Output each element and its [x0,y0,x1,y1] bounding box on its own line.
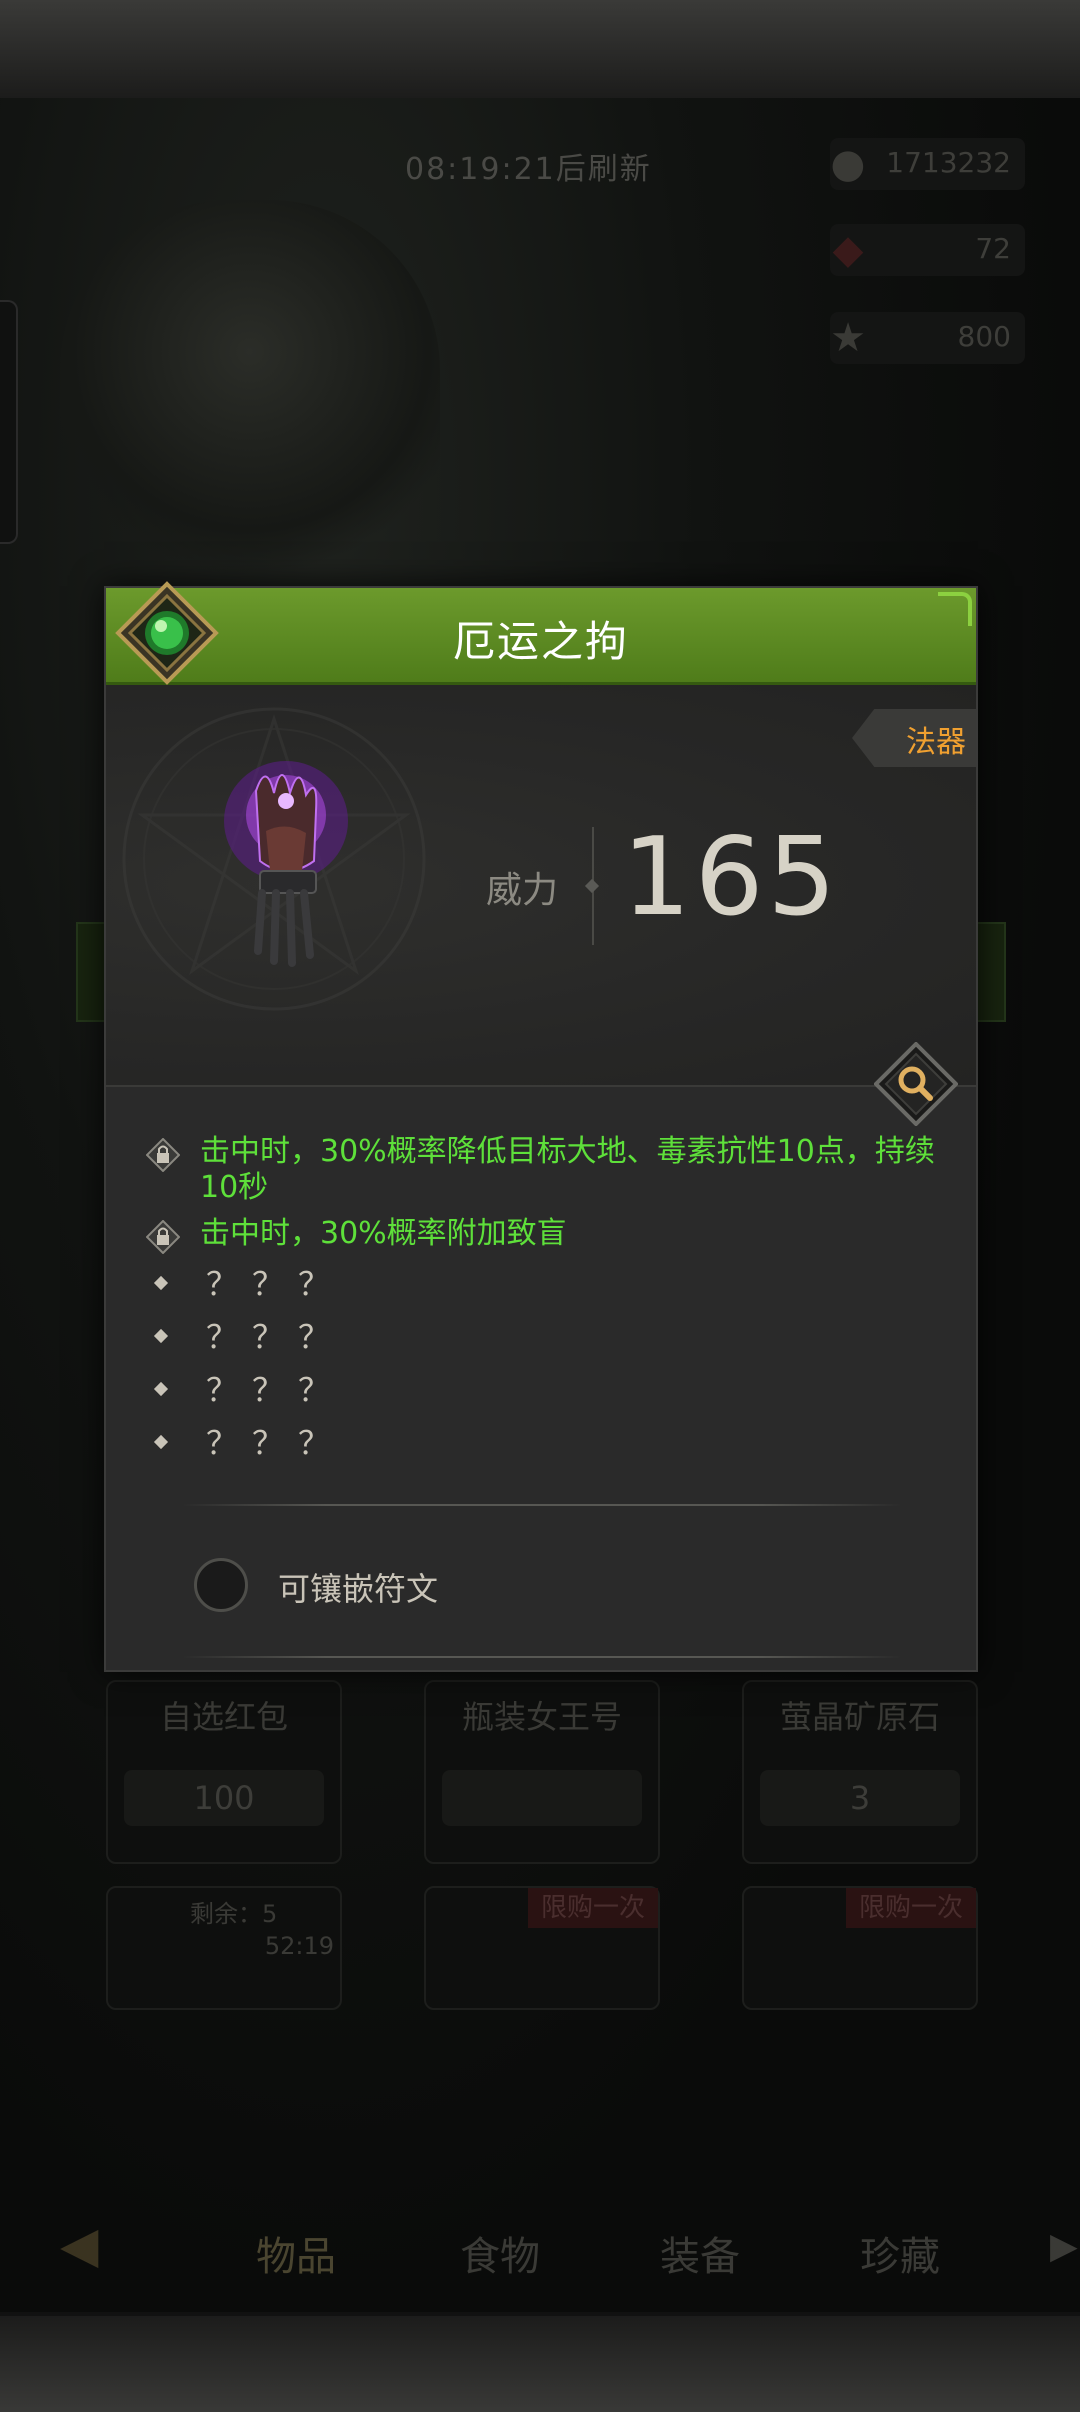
remaining-time: 52:19 [264,1932,334,1960]
attribute-text: ？？？ [206,1265,345,1303]
card-title: 自选红包 [159,1698,288,1736]
card-price[interactable]: 3 [760,1770,960,1826]
resource-value: 72 [975,232,1011,265]
shop-screen: 08:19:21后刷新 ● 1713232 ◆ 72 ★ 800 自选红包 10… [0,0,1080,2412]
unknown-attribute: ？？？ [134,1315,954,1368]
attribute-text: 击中时，30%概率降低目标大地、毒素抗性10点，持续10秒 [200,1134,935,1205]
limit-badge: 限购一次 [528,1888,658,1928]
locked-attribute: 击中时，30%概率降低目标大地、毒素抗性10点，持续10秒 [134,1134,954,1206]
ruby-icon: ◆ [832,227,864,273]
shop-card-6[interactable]: 限购一次 [742,1886,978,2010]
tab-back-arrow-icon[interactable]: ◀ [60,2216,98,2274]
rune-socket-icon[interactable] [194,1558,248,1612]
header-corner-ornament [938,592,972,626]
tab-collection[interactable]: 珍藏 [860,2224,940,2282]
shop-card-3[interactable]: 萤晶矿原石 3 [742,1680,978,1864]
card-price[interactable]: 100 [124,1770,324,1826]
lock-icon [146,1138,180,1172]
attribute-text: 击中时，30%概率附加致盲 [200,1216,567,1251]
tab-equipment[interactable]: 装备 [660,2224,740,2282]
item-type: 法器 [906,725,966,760]
divider-diamond-icon [584,878,600,894]
resource-star: ★ 800 [830,312,1025,364]
resource-coin: ● 1713232 [830,138,1025,190]
green-gem-icon [115,581,219,685]
card-title: 瓶装女王号 [461,1698,622,1736]
side-drawer-tab[interactable] [0,300,18,544]
card-title: 萤晶矿原石 [779,1698,940,1736]
cursed-claw-item-icon [224,761,348,967]
section-divider [182,1504,902,1506]
refresh-timer: 08:19:21后刷新 [405,152,652,187]
item-name: 厄运之拘 [452,617,629,666]
attribute-text: ？？？ [206,1371,345,1409]
card-price[interactable] [442,1770,642,1826]
top-frame-bar [0,0,1080,102]
bullet-diamond-icon [153,1275,169,1291]
resource-ruby: ◆ 72 [830,224,1025,276]
remaining-count: 剩余：5 [190,1900,278,1928]
limit-badge: 限购一次 [846,1888,976,1928]
tab-items[interactable]: 物品 [256,2224,336,2282]
shop-card-2[interactable]: 瓶装女王号 [424,1680,660,1864]
lock-icon [146,1220,180,1254]
tab-next-arrow-icon[interactable]: ▶ [1050,2226,1078,2267]
attribute-text: ？？？ [206,1424,345,1462]
power-value: 165 [622,815,841,940]
resource-value: 800 [957,320,1011,353]
magnifier-icon[interactable] [874,1042,958,1126]
bottom-frame-bar [0,2312,1080,2412]
bullet-diamond-icon [153,1328,169,1344]
shop-card-4[interactable]: 剩余：5 52:19 [106,1886,342,2010]
unknown-attribute: ？？？ [134,1262,954,1315]
hero-portrait [60,200,440,580]
unknown-attribute: ？？？ [134,1421,954,1474]
item-detail-popup: 厄运之拘 法器 威力 165 击中时，30%概率降低目标大地、毒素抗性10点，持… [104,581,978,1672]
bullet-diamond-icon [153,1381,169,1397]
rune-socket-label: 可镶嵌符文 [278,1570,439,1608]
power-label: 威力 [486,870,559,911]
attribute-list: 击中时，30%概率降低目标大地、毒素抗性10点，持续10秒 击中时，30%概率附… [134,1134,954,1474]
unknown-attribute: ？？？ [134,1368,954,1421]
locked-attribute: 击中时，30%概率附加致盲 [134,1216,954,1254]
coin-icon: ● [830,141,866,187]
bullet-diamond-icon [153,1434,169,1450]
resource-value: 1713232 [886,146,1011,179]
shop-card-5[interactable]: 限购一次 [424,1886,660,2010]
star-icon: ★ [830,315,866,361]
item-preview-panel: 法器 威力 165 [106,685,976,1087]
section-divider [182,1656,902,1658]
popup-header: 厄运之拘 [106,588,976,685]
category-tabs: 物品 食物 装备 珍藏 [0,2200,1080,2300]
shop-card-1[interactable]: 自选红包 100 [106,1680,342,1864]
tab-food[interactable]: 食物 [460,2224,540,2282]
attribute-text: ？？？ [206,1318,345,1356]
item-type-tag: 法器 [852,709,976,767]
